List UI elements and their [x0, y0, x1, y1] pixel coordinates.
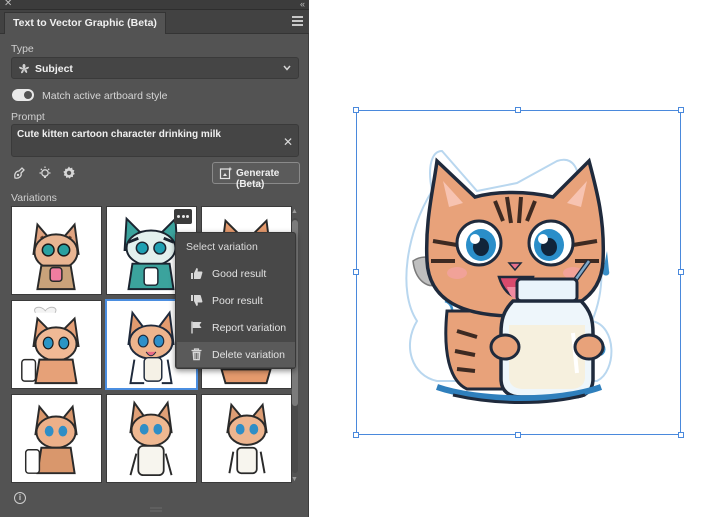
context-menu-title: Select variation: [186, 241, 258, 253]
kitten-image: [21, 306, 80, 385]
panel-tab-text-to-vector[interactable]: Text to Vector Graphic (Beta): [4, 12, 166, 34]
resize-handle[interactable]: [515, 107, 521, 113]
panel-tab-row: Text to Vector Graphic (Beta): [0, 10, 309, 34]
variation-thumbnail[interactable]: [201, 394, 292, 483]
resize-handle[interactable]: [678, 269, 684, 275]
text-to-vector-panel: ✕ « Text to Vector Graphic (Beta) Type S…: [0, 0, 309, 517]
menu-item-report-variation[interactable]: Report variation: [177, 315, 295, 340]
resize-handle[interactable]: [353, 432, 359, 438]
generate-button-label: Generate (Beta): [236, 168, 280, 190]
match-style-toggle[interactable]: [12, 89, 34, 101]
resize-handle[interactable]: [353, 107, 359, 113]
menu-item-delete-variation[interactable]: Delete variation: [177, 342, 295, 367]
type-label: Type: [11, 43, 34, 55]
panel-menu-icon[interactable]: [292, 16, 303, 26]
variation-more-options-button[interactable]: [174, 209, 192, 224]
panel-footer: i: [0, 488, 309, 517]
kitten-image: [24, 404, 78, 475]
scroll-down-icon[interactable]: ▼: [291, 476, 298, 483]
artboard-canvas[interactable]: [310, 0, 720, 517]
kitten-image: [32, 222, 80, 291]
panel-topbar: ✕ «: [0, 0, 309, 10]
scroll-up-icon[interactable]: ▲: [291, 208, 298, 215]
variations-label: Variations: [11, 192, 57, 204]
prompt-label: Prompt: [11, 111, 45, 123]
flag-icon: [191, 321, 202, 334]
match-style-label: Match active artboard style: [42, 90, 168, 102]
thumbs-up-icon: [191, 268, 203, 279]
subject-icon: [19, 64, 29, 74]
info-icon[interactable]: i: [14, 492, 26, 504]
type-select[interactable]: Subject: [11, 57, 299, 79]
gear-icon[interactable]: [61, 165, 77, 181]
clear-prompt-icon[interactable]: ✕: [283, 136, 293, 148]
menu-item-label: Delete variation: [212, 349, 285, 361]
menu-item-label: Poor result: [212, 295, 263, 307]
prompt-text: Cute kitten cartoon character drinking m…: [17, 129, 221, 140]
variation-thumbnail[interactable]: [11, 300, 102, 389]
resize-handle[interactable]: [678, 107, 684, 113]
type-select-value: Subject: [35, 63, 73, 75]
panel-collapse-icon[interactable]: «: [300, 0, 305, 10]
variation-thumbnail[interactable]: [11, 394, 102, 483]
panel-close-icon[interactable]: ✕: [4, 0, 12, 10]
resize-handle[interactable]: [678, 432, 684, 438]
selected-artwork-bounding-box[interactable]: [356, 110, 681, 435]
kitten-image: [129, 400, 173, 477]
prompt-input[interactable]: Cute kitten cartoon character drinking m…: [11, 124, 299, 157]
generate-icon: [219, 166, 233, 180]
generate-button[interactable]: Generate (Beta): [212, 162, 300, 190]
kitten-image: [226, 402, 268, 475]
chevron-down-icon: [283, 65, 291, 71]
panel-tab-title: Text to Vector Graphic (Beta): [13, 17, 157, 29]
kitten-artwork[interactable]: [357, 111, 682, 436]
style-picker-icon[interactable]: [12, 165, 28, 181]
variation-context-menu: Select variation Good result Poor result…: [175, 232, 296, 369]
menu-item-poor-result[interactable]: Poor result: [177, 288, 295, 313]
variation-thumbnail[interactable]: [106, 394, 197, 483]
resize-grip-icon[interactable]: [150, 507, 162, 513]
trash-icon: [191, 348, 202, 361]
menu-item-label: Good result: [212, 268, 267, 280]
menu-item-good-result[interactable]: Good result: [177, 261, 295, 286]
resize-handle[interactable]: [353, 269, 359, 275]
menu-item-label: Report variation: [212, 322, 287, 334]
resize-handle[interactable]: [515, 432, 521, 438]
lightbulb-icon[interactable]: [37, 165, 53, 181]
variation-thumbnail[interactable]: [11, 206, 102, 295]
thumbs-down-icon: [191, 295, 203, 306]
